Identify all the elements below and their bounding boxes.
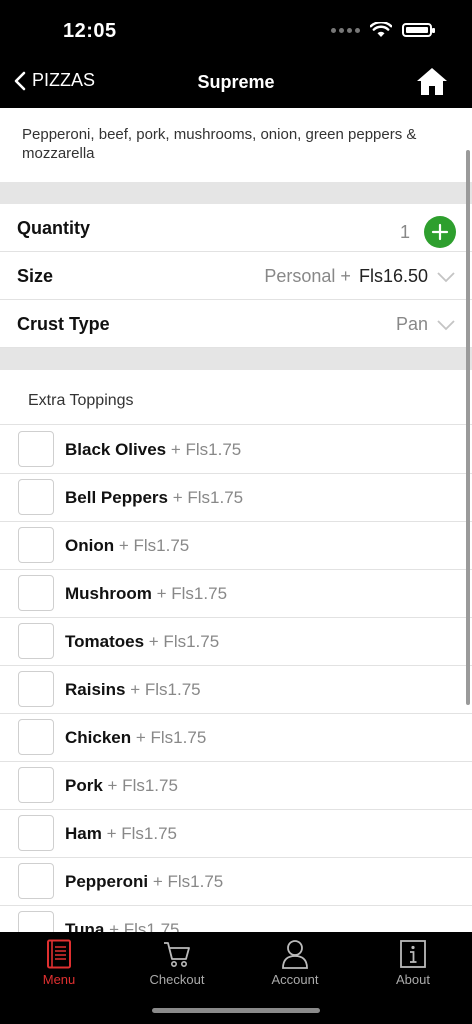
- topping-price: + Fls1.75: [148, 632, 220, 651]
- size-price: Fls16.50: [358, 266, 428, 286]
- status-icons: [331, 22, 435, 38]
- topping-price: + Fls1.75: [152, 872, 224, 891]
- topping-row[interactable]: Mushroom + Fls1.75: [0, 570, 472, 618]
- topping-price: + Fls1.75: [106, 824, 177, 843]
- status-time: 12:05: [63, 20, 117, 42]
- menu-book-icon: [47, 939, 71, 969]
- user-icon: [282, 940, 308, 969]
- section-divider: [0, 182, 472, 204]
- signal-icon: [331, 27, 360, 33]
- topping-name: Bell Peppers: [65, 488, 168, 507]
- tab-checkout[interactable]: Checkout: [118, 938, 236, 987]
- section-divider: [0, 348, 472, 370]
- tab-about[interactable]: About: [354, 938, 472, 987]
- topping-name: Tomatoes: [65, 632, 145, 651]
- topping-checkbox[interactable]: [18, 479, 54, 515]
- topping-name: Ham: [65, 824, 102, 843]
- topping-row[interactable]: Raisins + Fls1.75: [0, 666, 472, 714]
- topping-price: + Fls1.75: [130, 680, 201, 699]
- tab-menu-label: Menu: [42, 972, 76, 987]
- info-icon: [400, 940, 426, 968]
- home-icon: [417, 68, 447, 95]
- tab-account-label: Account: [271, 972, 319, 987]
- crust-type-label: Crust Type: [17, 314, 110, 334]
- toppings-list: Black Olives + Fls1.75 Bell Peppers + Fl…: [0, 426, 472, 932]
- topping-row[interactable]: Pepperoni + Fls1.75: [0, 858, 472, 906]
- topping-checkbox[interactable]: [18, 767, 54, 803]
- topping-name: Tuna: [65, 920, 105, 932]
- chevron-down-icon: [436, 315, 456, 335]
- topping-row[interactable]: Tomatoes + Fls1.75: [0, 618, 472, 666]
- topping-checkbox[interactable]: [18, 719, 54, 755]
- wifi-icon: [370, 22, 392, 37]
- pizza-description: Pepperoni, beef, pork, mushrooms, onion,…: [22, 126, 417, 162]
- size-option: Personal +: [264, 266, 351, 286]
- topping-price: + Fls1.75: [172, 488, 244, 507]
- nav-bar: PIZZAS Supreme: [0, 60, 472, 108]
- scrollbar[interactable]: [466, 150, 470, 705]
- topping-name: Pork: [65, 776, 103, 795]
- topping-row[interactable]: Black Olives + Fls1.75: [0, 426, 472, 474]
- topping-checkbox[interactable]: [18, 815, 54, 851]
- plus-icon: [431, 223, 449, 241]
- topping-row[interactable]: Tuna + Fls1.75: [0, 906, 472, 932]
- topping-name: Mushroom: [65, 584, 152, 603]
- topping-row[interactable]: Ham + Fls1.75: [0, 810, 472, 858]
- topping-row[interactable]: Chicken + Fls1.75: [0, 714, 472, 762]
- tab-account[interactable]: Account: [236, 938, 354, 987]
- topping-checkbox[interactable]: [18, 527, 54, 563]
- home-button[interactable]: [416, 66, 448, 101]
- topping-price: + Fls1.75: [170, 440, 242, 459]
- size-label: Size: [17, 266, 54, 286]
- topping-checkbox[interactable]: [18, 575, 54, 611]
- topping-checkbox[interactable]: [18, 623, 54, 659]
- topping-name: Black Olives: [65, 440, 167, 459]
- topping-price: + Fls1.75: [107, 776, 178, 795]
- extra-toppings-header: Extra Toppings: [0, 370, 472, 425]
- tab-checkout-label: Checkout: [149, 972, 205, 987]
- extra-toppings-title: Extra Toppings: [28, 392, 134, 409]
- topping-price: + Fls1.75: [135, 728, 207, 747]
- topping-row[interactable]: Pork + Fls1.75: [0, 762, 472, 810]
- topping-name: Raisins: [65, 680, 126, 699]
- page-title: Supreme: [197, 72, 275, 92]
- topping-checkbox[interactable]: [18, 431, 54, 467]
- quantity-row: Quantity 1: [0, 204, 472, 252]
- topping-name: Chicken: [65, 728, 132, 747]
- increase-quantity-button[interactable]: [424, 216, 456, 248]
- topping-price: + Fls1.75: [156, 584, 228, 603]
- topping-row[interactable]: Bell Peppers + Fls1.75: [0, 474, 472, 522]
- chevron-down-icon: [436, 267, 456, 287]
- crust-type-value: Pan: [395, 314, 428, 334]
- size-row[interactable]: Size Personal + Fls16.50: [0, 252, 472, 300]
- battery-icon: [402, 23, 435, 37]
- quantity-value: 1: [399, 221, 410, 242]
- tab-about-label: About: [396, 972, 430, 987]
- topping-price: + Fls1.75: [118, 536, 190, 555]
- cart-icon: [164, 942, 190, 967]
- topping-row[interactable]: Onion + Fls1.75: [0, 522, 472, 570]
- home-indicator[interactable]: [152, 1008, 320, 1013]
- topping-price: + Fls1.75: [109, 920, 180, 932]
- quantity-label: Quantity: [17, 218, 91, 238]
- crust-type-row[interactable]: Crust Type Pan: [0, 300, 472, 348]
- topping-name: Onion: [65, 536, 115, 555]
- status-bar: 12:05: [0, 0, 472, 60]
- tab-menu[interactable]: Menu: [0, 938, 118, 987]
- topping-name: Pepperoni: [65, 872, 149, 891]
- topping-checkbox[interactable]: [18, 863, 54, 899]
- topping-checkbox[interactable]: [18, 911, 54, 932]
- topping-checkbox[interactable]: [18, 671, 54, 707]
